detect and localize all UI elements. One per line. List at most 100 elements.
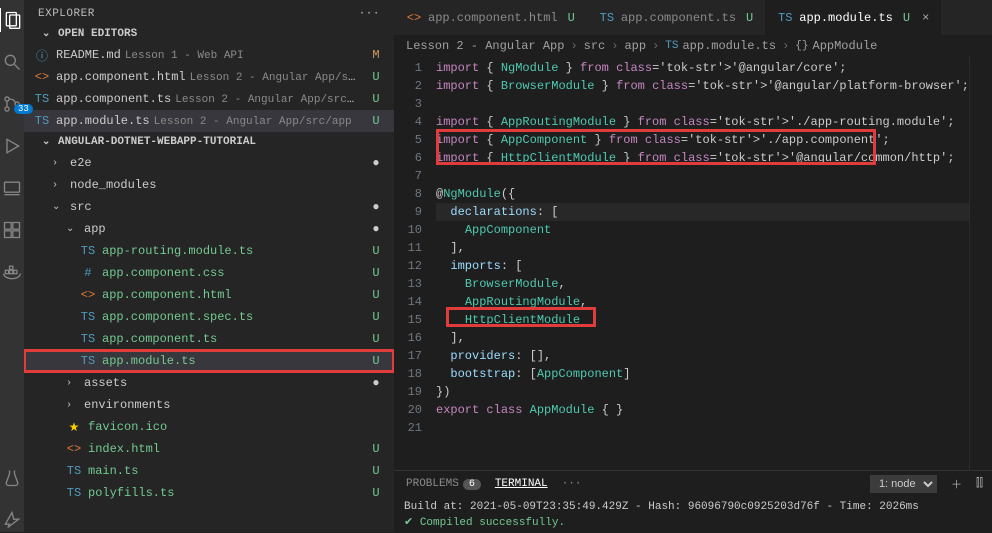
file-item[interactable]: TSapp.component.spec.tsU — [24, 306, 394, 328]
open-editor-item[interactable]: <>app.component.htmlLesson 2 - Angular A… — [24, 66, 394, 88]
terminal-output[interactable]: Build at: 2021-05-09T23:35:49.429Z - Has… — [394, 497, 992, 533]
folder-label: assets — [84, 376, 360, 390]
folder-item[interactable]: ⌄ app ● — [24, 218, 394, 240]
git-status: U — [366, 92, 386, 106]
file-icon: TS — [80, 354, 96, 368]
new-terminal-icon[interactable]: ＋ — [951, 476, 962, 492]
folder-label: e2e — [70, 156, 360, 170]
folder-item[interactable]: ›e2e● — [24, 152, 394, 174]
git-status: U — [366, 114, 386, 128]
folder-label: node_modules — [70, 178, 360, 192]
file-icon: TS — [34, 92, 50, 106]
panel: PROBLEMS 6 TERMINAL ··· 1: node ＋ ⫿⫿ 🗑 B… — [394, 470, 992, 532]
git-status: U — [366, 332, 386, 346]
file-item[interactable]: <>app.component.htmlU — [24, 284, 394, 306]
file-label: polyfills.ts — [88, 486, 360, 500]
more-icon[interactable]: ··· — [359, 8, 380, 20]
modified-indicator: U — [903, 11, 910, 25]
folder-item[interactable]: ⌄src● — [24, 196, 394, 218]
file-label: app-routing.module.ts — [102, 244, 360, 258]
git-status: U — [366, 354, 386, 368]
breadcrumb-item[interactable]: TSapp.module.ts — [665, 39, 776, 53]
file-icon: TS — [80, 244, 96, 258]
remote-icon[interactable] — [0, 176, 24, 200]
file-icon: ⓘ — [34, 47, 50, 64]
folder-arrow-icon: › — [52, 158, 64, 169]
sidebar: EXPLORER ··· ⌄ OPEN EDITORS ⓘREADME.mdLe… — [24, 0, 394, 532]
run-debug-icon[interactable] — [0, 134, 24, 158]
breadcrumb-item[interactable]: src — [584, 39, 606, 53]
file-icon: TS — [599, 11, 615, 25]
file-item[interactable]: <> index.html U — [24, 438, 394, 460]
file-item[interactable]: #app.component.cssU — [24, 262, 394, 284]
git-status: M — [366, 48, 386, 62]
file-label: app.module.tsLesson 2 - Angular App/src/… — [56, 114, 360, 128]
file-icon: <> — [80, 288, 96, 302]
tab-label: app.module.ts — [799, 11, 893, 25]
file-item[interactable]: TSpolyfills.tsU — [24, 482, 394, 504]
git-status: U — [366, 70, 386, 84]
problems-tab[interactable]: PROBLEMS 6 — [406, 478, 481, 490]
file-icon: TS — [66, 486, 82, 500]
folder-label: app — [84, 222, 360, 236]
editor-tab[interactable]: TSapp.component.tsU — [587, 0, 765, 35]
explorer-icon[interactable] — [0, 8, 23, 32]
git-status: U — [366, 310, 386, 324]
terminal-tab[interactable]: TERMINAL — [495, 478, 548, 490]
scm-badge: 33 — [14, 104, 33, 114]
file-item[interactable]: ★favicon.ico — [24, 416, 394, 438]
search-icon[interactable] — [0, 50, 24, 74]
file-label: app.component.css — [102, 266, 360, 280]
panel-more-icon[interactable]: ··· — [562, 478, 582, 490]
breadcrumb-item[interactable]: Lesson 2 - Angular App — [406, 39, 564, 53]
testing-icon[interactable] — [0, 466, 24, 490]
git-status: ● — [366, 200, 386, 214]
folder-item[interactable]: ›environments — [24, 394, 394, 416]
open-editor-item[interactable]: TS app.module.tsLesson 2 - Angular App/sr… — [24, 110, 394, 132]
minimap[interactable] — [969, 57, 992, 470]
editor-tab[interactable]: <>app.component.htmlU — [394, 0, 587, 35]
git-status: U — [366, 244, 386, 258]
extensions-icon[interactable] — [0, 218, 24, 242]
split-terminal-icon[interactable]: ⫿⫿ — [976, 478, 983, 490]
file-item[interactable]: TSapp.component.tsU — [24, 328, 394, 350]
workspace-section[interactable]: ⌄ ANGULAR-DOTNET-WEBAPP-TUTORIAL — [24, 132, 394, 152]
file-icon: TS — [66, 464, 82, 478]
file-label: app.component.tsLesson 2 - Angular App/s… — [56, 92, 360, 106]
file-label: favicon.ico — [88, 420, 360, 434]
editor-tab[interactable]: TS app.module.ts U × — [765, 0, 941, 35]
file-label: main.ts — [88, 464, 360, 478]
tab-bar: <>app.component.htmlUTSapp.component.tsU… — [394, 0, 992, 35]
breadcrumbs[interactable]: Lesson 2 - Angular App›src›app›TSapp.mod… — [394, 35, 992, 57]
file-item[interactable]: TSapp.module.tsU — [24, 350, 394, 372]
modified-indicator: U — [746, 11, 753, 25]
open-editors-section[interactable]: ⌄ OPEN EDITORS — [24, 24, 394, 44]
folder-label: src — [70, 200, 360, 214]
folder-arrow-icon: ⌄ — [66, 223, 78, 235]
file-icon: TS — [80, 332, 96, 346]
folder-item[interactable]: ›assets● — [24, 372, 394, 394]
file-icon: <> — [34, 70, 50, 84]
file-icon: <> — [66, 442, 82, 456]
breadcrumb-item[interactable]: app — [624, 39, 646, 53]
file-icon: <> — [406, 11, 422, 25]
git-status: ● — [366, 376, 386, 390]
azure-icon[interactable] — [0, 508, 24, 532]
terminal-selector[interactable]: 1: node — [870, 475, 937, 493]
file-label: index.html — [88, 442, 360, 456]
file-icon: TS — [777, 11, 793, 25]
open-editor-item[interactable]: ⓘREADME.mdLesson 1 - Web APIM — [24, 44, 394, 66]
file-item[interactable]: TS app-routing.module.ts U — [24, 240, 394, 262]
folder-item[interactable]: › node_modules — [24, 174, 394, 196]
breadcrumb-item[interactable]: {}AppModule — [795, 39, 877, 53]
file-item[interactable]: TSmain.tsU — [24, 460, 394, 482]
open-editor-item[interactable]: TS app.component.tsLesson 2 - Angular App… — [24, 88, 394, 110]
git-status: ● — [366, 222, 386, 236]
git-status: U — [366, 442, 386, 456]
code-editor[interactable]: import { NgModule } from class='tok-str'… — [436, 57, 969, 470]
docker-icon[interactable] — [0, 260, 24, 284]
folder-arrow-icon: › — [52, 180, 64, 191]
close-icon[interactable]: × — [922, 11, 929, 25]
file-icon: TS — [34, 114, 50, 128]
activity-bar: 33 — [0, 0, 24, 532]
